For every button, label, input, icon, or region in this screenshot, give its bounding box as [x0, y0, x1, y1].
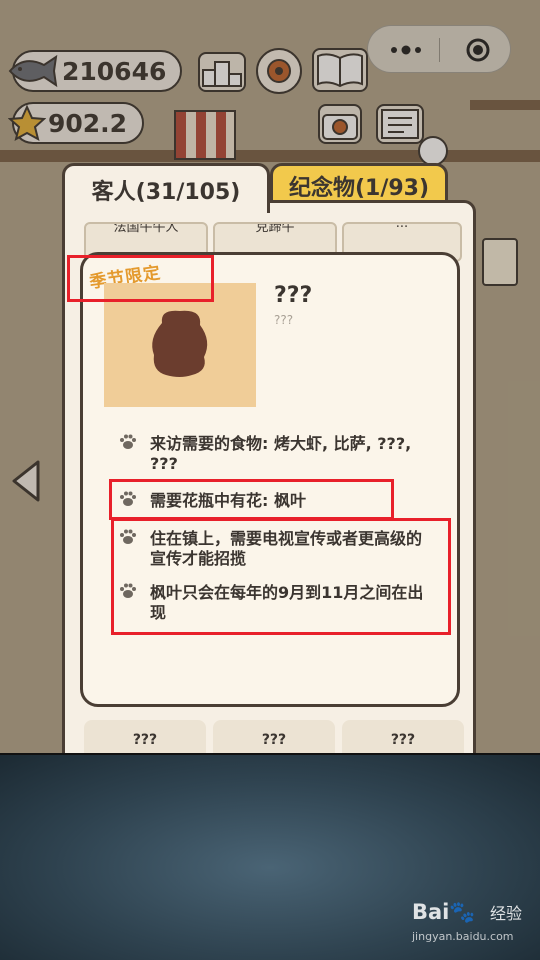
star-icon [8, 104, 46, 141]
watermark-text: 经验 [490, 904, 523, 923]
watermark-logo: Bai🐾 [412, 900, 476, 924]
tab-guests-label: 客人(31/105) [91, 179, 241, 205]
camera-icon[interactable] [318, 104, 362, 144]
miniprogram-capsule [367, 25, 511, 73]
settings-gear-icon[interactable] [256, 48, 302, 94]
guest-card[interactable]: ??? [84, 720, 206, 755]
guest-card[interactable]: ??? [342, 720, 464, 755]
highlight-box-conditions [111, 518, 451, 635]
right-shelf [470, 100, 540, 110]
previous-page-arrow-icon[interactable] [8, 458, 44, 504]
guest-card[interactable]: ??? [213, 720, 335, 755]
baidu-jingyan-watermark: Bai🐾 经验 jingyan.baidu.com [412, 900, 530, 948]
star-count: 902.2 [48, 108, 128, 138]
fish-icon [8, 54, 58, 88]
guest-card-label: 克蹄牛 [255, 222, 295, 235]
clock-decoration [418, 136, 448, 166]
capsule-divider [439, 38, 440, 62]
guest-name: ??? [274, 283, 313, 308]
star-counter: 902.2 [8, 102, 144, 144]
fish-counter: 210646 [8, 50, 182, 92]
guest-card-label: ??? [261, 732, 287, 748]
shop-stall-icon [174, 110, 236, 160]
highlight-box-flower [109, 479, 394, 520]
wall-shelf [0, 150, 540, 162]
fish-count: 210646 [62, 56, 167, 86]
guest-card-label: ??? [390, 732, 416, 748]
tab-guests[interactable]: 客人(31/105) [62, 163, 270, 213]
newspaper-icon[interactable] [376, 104, 424, 144]
close-miniprogram-icon[interactable] [464, 36, 492, 64]
jar-decoration [482, 238, 518, 286]
ranking-podium-icon[interactable] [198, 52, 246, 92]
watermark-url: jingyan.baidu.com [412, 930, 514, 943]
more-menu-icon[interactable] [388, 40, 424, 60]
game-background: 210646 902.2 纪念物(1/93) 客人(31/105) 法国牛牛人 … [0, 0, 540, 755]
guest-card-label: 法国牛牛人 [113, 222, 179, 235]
highlight-box-seasonal-tag [67, 255, 214, 302]
guest-subname: ??? [274, 313, 294, 327]
info-required-food: 来访需要的食物: 烤大虾, 比萨, ???, ??? [150, 434, 412, 473]
tab-souvenirs-label: 纪念物(1/93) [288, 176, 430, 201]
guest-card-label: ??? [132, 732, 158, 748]
guest-card-label: ... [395, 222, 409, 231]
guestbook-icon[interactable] [312, 48, 368, 92]
paw-icon [120, 434, 136, 449]
